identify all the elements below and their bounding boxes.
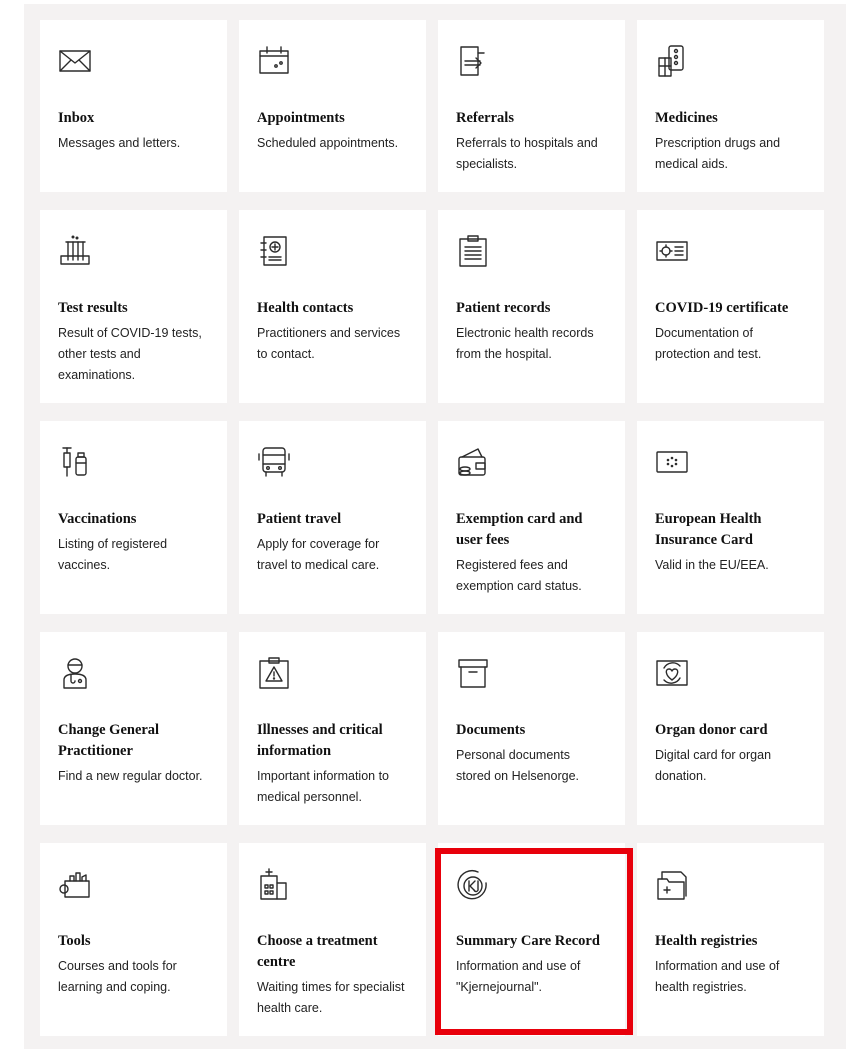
card-referrals[interactable]: Referrals Referrals to hospitals and spe…: [438, 20, 625, 192]
card-vaccinations[interactable]: Vaccinations Listing of registered vacci…: [40, 421, 227, 614]
syringe-vial-icon: [58, 445, 92, 479]
warning-clipboard-icon: [257, 656, 291, 690]
card-description: Apply for coverage for travel to medical…: [257, 537, 380, 572]
eu-card-icon: [655, 445, 689, 479]
card-description: Find a new regular doctor.: [58, 769, 203, 783]
card-title: Health contacts: [257, 300, 354, 316]
card-title: Patient travel: [257, 511, 342, 527]
card-documents[interactable]: Documents Personal documents stored on H…: [438, 632, 625, 825]
envelope-icon: [58, 44, 92, 78]
card-description: Practitioners and services to contact.: [257, 326, 401, 361]
card-appointments[interactable]: Appointments Scheduled appointments.: [239, 20, 426, 192]
card-organ-donor[interactable]: Organ donor card Digital card for organ …: [637, 632, 824, 825]
card-description: Digital card for organ donation.: [655, 748, 772, 783]
bus-icon: [257, 445, 291, 479]
pill-package-icon: [655, 44, 689, 78]
card-description: Valid in the EU/EEA.: [655, 558, 769, 572]
card-description: Messages and letters.: [58, 136, 181, 150]
card-medicines[interactable]: Medicines Prescription drugs and medical…: [637, 20, 824, 192]
card-title: Patient records: [456, 300, 551, 316]
clipboard-icon: [456, 234, 490, 268]
card-critical-information[interactable]: Illnesses and critical information Impor…: [239, 632, 426, 825]
card-title: Change General Practitioner: [58, 722, 160, 759]
card-description: Registered fees and exemption card statu…: [456, 558, 582, 593]
toolbox-icon: [58, 867, 92, 901]
card-title: Illnesses and critical information: [257, 722, 383, 759]
kj-logo-icon: [456, 867, 490, 901]
card-title: Choose a treatment centre: [257, 933, 378, 970]
card-health-contacts[interactable]: Health contacts Practitioners and servic…: [239, 210, 426, 403]
card-description: Waiting times for specialist health care…: [257, 980, 405, 1015]
card-description: Scheduled appointments.: [257, 136, 399, 150]
card-patient-records[interactable]: Patient records Electronic health record…: [438, 210, 625, 403]
services-panel: Inbox Messages and letters. Appointments…: [24, 4, 846, 1049]
card-tools[interactable]: Tools Courses and tools for learning and…: [40, 843, 227, 1036]
archive-box-icon: [456, 656, 490, 690]
card-description: Listing of registered vaccines.: [58, 537, 168, 572]
card-title: Summary Care Record: [456, 933, 600, 949]
card-description: Documentation of protection and test.: [655, 326, 762, 361]
test-tubes-icon: [58, 234, 92, 268]
card-title: Vaccinations: [58, 511, 137, 527]
card-title: Appointments: [257, 110, 345, 126]
calendar-icon: [257, 44, 291, 78]
card-change-gp[interactable]: Change General Practitioner Find a new r…: [40, 632, 227, 825]
card-ehic[interactable]: European Health Insurance Card Valid in …: [637, 421, 824, 614]
card-description: Information and use of health registries…: [655, 959, 780, 994]
card-title: Organ donor card: [655, 722, 768, 738]
card-title: Exemption card and user fees: [456, 511, 583, 548]
card-description: Important information to medical personn…: [257, 769, 390, 804]
doctor-icon: [58, 656, 92, 690]
card-title: Inbox: [58, 110, 95, 126]
certificate-icon: [655, 234, 689, 268]
card-description: Courses and tools for learning and copin…: [58, 959, 177, 994]
wallet-icon: [456, 445, 490, 479]
card-title: COVID-19 certificate: [655, 300, 789, 316]
card-test-results[interactable]: Test results Result of COVID-19 tests, o…: [40, 210, 227, 403]
card-covid-certificate[interactable]: COVID-19 certificate Documentation of pr…: [637, 210, 824, 403]
card-description: Information and use of "Kjernejournal".: [456, 959, 581, 994]
donor-heart-card-icon: [655, 656, 689, 690]
card-description: Prescription drugs and medical aids.: [655, 136, 781, 171]
referral-document-icon: [456, 44, 490, 78]
card-title: European Health Insurance Card: [655, 511, 762, 548]
card-title: Documents: [456, 722, 526, 738]
card-title: Health registries: [655, 933, 758, 949]
card-patient-travel[interactable]: Patient travel Apply for coverage for tr…: [239, 421, 426, 614]
address-book-icon: [257, 234, 291, 268]
card-title: Medicines: [655, 110, 718, 126]
card-inbox[interactable]: Inbox Messages and letters.: [40, 20, 227, 192]
folders-plus-icon: [655, 867, 689, 901]
services-grid: Inbox Messages and letters. Appointments…: [40, 20, 824, 1036]
card-summary-care-record[interactable]: Summary Care Record Information and use …: [438, 843, 625, 1036]
card-description: Referrals to hospitals and specialists.: [456, 136, 598, 171]
card-description: Personal documents stored on Helsenorge.: [456, 748, 579, 783]
card-title: Tools: [58, 933, 91, 949]
card-description: Electronic health records from the hospi…: [456, 326, 594, 361]
card-exemption-fees[interactable]: Exemption card and user fees Registered …: [438, 421, 625, 614]
card-health-registries[interactable]: Health registries Information and use of…: [637, 843, 824, 1036]
card-title: Test results: [58, 300, 128, 316]
card-treatment-centre[interactable]: Choose a treatment centre Waiting times …: [239, 843, 426, 1036]
card-description: Result of COVID-19 tests, other tests an…: [58, 326, 202, 382]
hospital-building-icon: [257, 867, 291, 901]
card-title: Referrals: [456, 110, 514, 126]
